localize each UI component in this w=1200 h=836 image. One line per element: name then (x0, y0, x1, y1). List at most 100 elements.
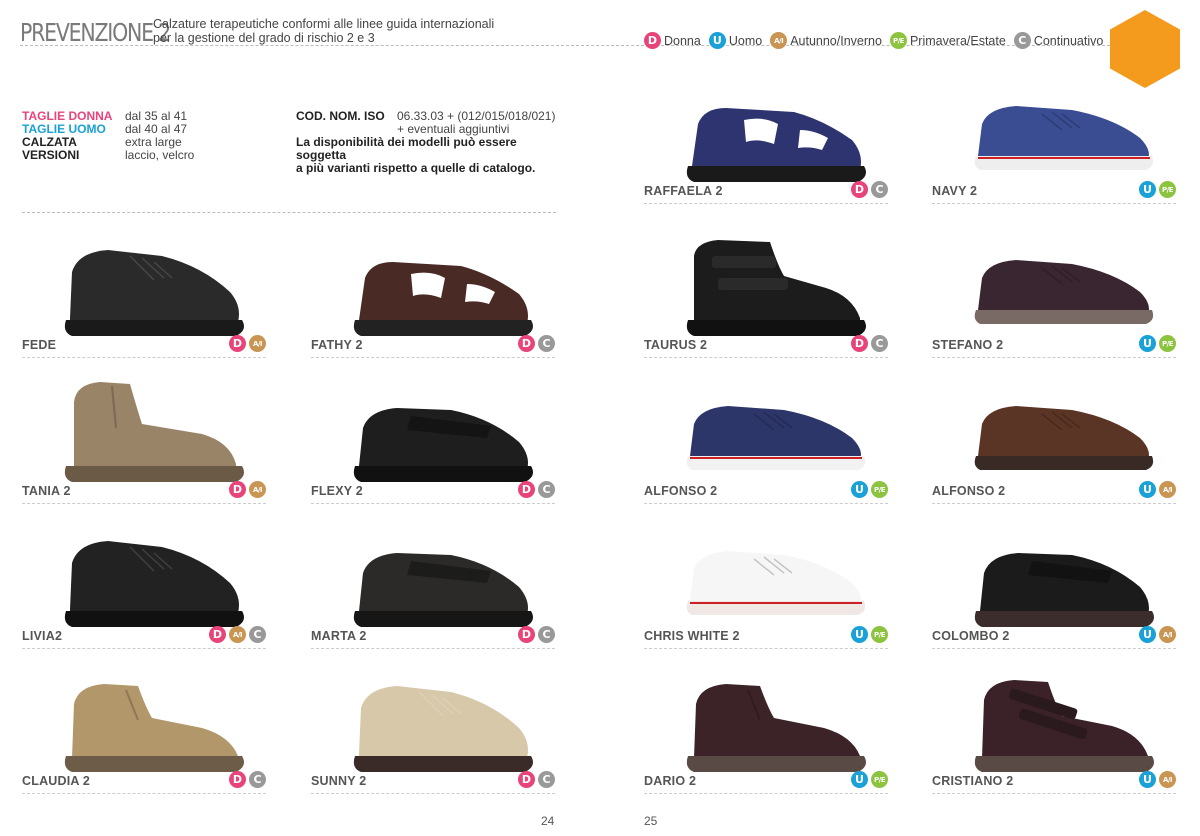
card-divider (932, 793, 1176, 794)
legend-item-primavera-estate: P/E Primavera/Estate (889, 32, 1006, 49)
product-badges: DC (851, 181, 888, 198)
product-badges: DC (229, 771, 266, 788)
autunno-inverno-badge: A/I (249, 481, 266, 498)
autunno-inverno-badge: A/I (1159, 481, 1176, 498)
uomo-badge: U (851, 481, 868, 498)
specs-table: TAGLIE DONNA dal 35 al 41 TAGLIE UOMO da… (22, 110, 194, 162)
shoe-image (974, 406, 1154, 470)
product-name: STEFANO 2 (932, 338, 1004, 352)
product-card-flexy-2[interactable]: FLEXY 2 DC (311, 372, 555, 504)
uomo-badge: U (1139, 626, 1156, 643)
shoe-image (686, 551, 866, 615)
continuativo-badge: C (871, 335, 888, 352)
product-name: TAURUS 2 (644, 338, 708, 352)
primavera-estate-badge: P/E (889, 32, 907, 49)
product-card-livia2[interactable]: LIVIA2 D A/I C (22, 517, 266, 649)
shoe-image (686, 108, 866, 182)
product-name: CHRIS WHITE 2 (644, 629, 740, 643)
card-divider (311, 503, 555, 504)
product-card-colombo-2[interactable]: COLOMBO 2 U A/I (932, 517, 1176, 649)
product-badges: DC (518, 771, 555, 788)
product-badges: DC (518, 335, 555, 352)
card-divider (932, 503, 1176, 504)
product-card-fathy-2[interactable]: FATHY 2 DC (311, 226, 555, 358)
shoe-image (64, 250, 244, 336)
donna-badge: D (851, 335, 868, 352)
page-number-left: 24 (541, 814, 555, 828)
product-name: CRISTIANO 2 (932, 774, 1014, 788)
product-card-chris-white-2[interactable]: CHRIS WHITE 2 U P/E (644, 517, 888, 649)
uomo-badge: U (708, 32, 726, 49)
product-card-alfonso-2[interactable]: ALFONSO 2 U A/I (932, 372, 1176, 504)
product-name: CLAUDIA 2 (22, 774, 91, 788)
shoe-image (353, 686, 533, 772)
product-badges: DC (851, 335, 888, 352)
card-divider (644, 503, 888, 504)
product-card-taurus-2[interactable]: TAURUS 2 DC (644, 226, 888, 358)
product-name: FEDE (22, 338, 57, 352)
shoe-image (974, 680, 1154, 772)
product-card-cristiano-2[interactable]: CRISTIANO 2 U A/I (932, 662, 1176, 794)
shoe-image (686, 684, 866, 772)
product-card-sunny-2[interactable]: SUNNY 2 DC (311, 662, 555, 794)
product-badges: U P/E (851, 626, 888, 643)
product-badges: U P/E (851, 481, 888, 498)
brand-title: PREVENZIONE 2 (20, 18, 171, 47)
product-badges: DC (518, 626, 555, 643)
card-divider (932, 203, 1176, 204)
product-name: DARIO 2 (644, 774, 697, 788)
product-badges: D A/I (229, 481, 266, 498)
product-card-stefano-2[interactable]: STEFANO 2 U P/E (932, 226, 1176, 358)
iso-code-block: COD. NOM. ISO 06.33.03 + (012/015/018/02… (296, 110, 556, 175)
donna-badge: D (644, 32, 661, 49)
donna-badge: D (229, 335, 246, 352)
card-divider (311, 793, 555, 794)
continuativo-badge: C (538, 626, 555, 643)
availability-note-line1: La disponibilità dei modelli può essere … (296, 135, 517, 162)
product-card-fede[interactable]: FEDE D A/I (22, 226, 266, 358)
uomo-badge: U (851, 771, 868, 788)
product-card-navy-2[interactable]: NAVY 2 U P/E (932, 72, 1176, 204)
shoe-image (686, 406, 866, 470)
shoe-image (64, 382, 244, 482)
product-badges: U A/I (1139, 771, 1176, 788)
donna-badge: D (229, 481, 246, 498)
product-badges: D A/I (229, 335, 266, 352)
product-name: NAVY 2 (932, 184, 978, 198)
card-divider (644, 793, 888, 794)
product-name: ALFONSO 2 (644, 484, 718, 498)
legend-item-donna: D Donna (644, 32, 701, 49)
continuativo-badge: C (249, 771, 266, 788)
uomo-badge: U (1139, 481, 1156, 498)
product-card-tania-2[interactable]: TANIA 2 D A/I (22, 372, 266, 504)
primavera-estate-badge: P/E (871, 771, 888, 788)
autunno-inverno-badge: A/I (770, 32, 788, 49)
product-badges: U A/I (1139, 481, 1176, 498)
page-header: PREVENZIONE 2 Calzature terapeutiche con… (20, 14, 1200, 54)
product-card-dario-2[interactable]: DARIO 2 U P/E (644, 662, 888, 794)
product-name: TANIA 2 (22, 484, 71, 498)
continuativo-badge: C (871, 181, 888, 198)
continuativo-badge: C (538, 481, 555, 498)
uomo-badge: U (851, 626, 868, 643)
section-divider (22, 212, 556, 213)
product-name: MARTA 2 (311, 629, 367, 643)
autunno-inverno-badge: A/I (249, 335, 266, 352)
product-card-alfonso-2[interactable]: ALFONSO 2 U P/E (644, 372, 888, 504)
donna-badge: D (518, 626, 535, 643)
autunno-inverno-badge: A/I (229, 626, 246, 643)
card-divider (644, 648, 888, 649)
shoe-image (974, 553, 1154, 627)
product-card-marta-2[interactable]: MARTA 2 DC (311, 517, 555, 649)
continuativo-badge: C (1013, 32, 1031, 49)
card-divider (932, 357, 1176, 358)
card-divider (311, 357, 555, 358)
spec-row-versioni: VERSIONI laccio, velcro (22, 148, 195, 162)
autunno-inverno-badge: A/I (1159, 626, 1176, 643)
product-card-raffaela-2[interactable]: RAFFAELA 2 DC (644, 72, 888, 204)
uomo-badge: U (1139, 335, 1156, 352)
legend-item-continuativo: C Continuativo (1013, 32, 1103, 49)
autunno-inverno-badge: A/I (1159, 771, 1176, 788)
product-name: ALFONSO 2 (932, 484, 1006, 498)
product-card-claudia-2[interactable]: CLAUDIA 2 DC (22, 662, 266, 794)
